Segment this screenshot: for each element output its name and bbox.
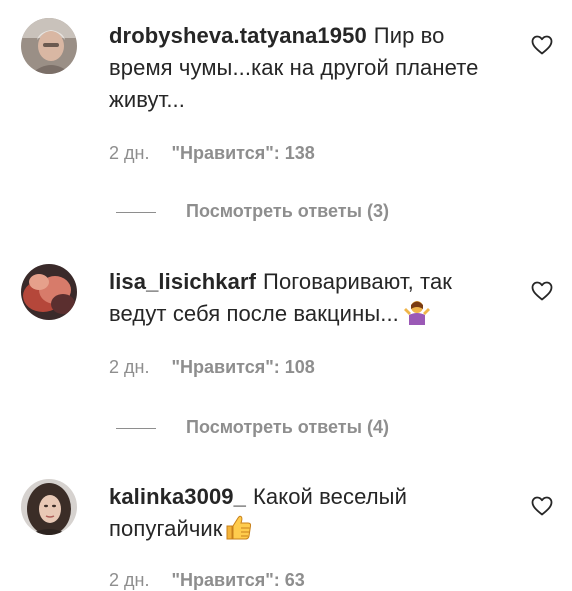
avatar-photo [21, 264, 77, 320]
comment-username[interactable]: drobysheva.tatyana1950 [109, 23, 367, 48]
view-replies-label: Посмотреть ответы (4) [186, 417, 389, 437]
comment-username[interactable]: kalinka3009_ [109, 484, 246, 509]
heart-icon[interactable] [530, 494, 554, 518]
comment-meta: 2 дн. "Нравится": 138 [109, 143, 315, 164]
avatar[interactable] [21, 264, 77, 320]
replies-divider-line [116, 211, 156, 213]
comment-time[interactable]: 2 дн. [109, 570, 149, 590]
comment-likes[interactable]: "Нравится": 63 [171, 570, 304, 590]
avatar-photo [21, 479, 77, 535]
heart-icon[interactable] [530, 279, 554, 303]
thumbs-up-emoji [226, 515, 251, 540]
comment-time[interactable]: 2 дн. [109, 143, 149, 163]
comment-time[interactable]: 2 дн. [109, 357, 149, 377]
person-shrugging-emoji [403, 301, 430, 325]
replies-divider-line [116, 427, 156, 429]
view-replies-button[interactable]: Посмотреть ответы (3) [116, 201, 389, 222]
comment-likes[interactable]: "Нравится": 138 [171, 143, 314, 163]
view-replies-button[interactable]: Посмотреть ответы (4) [116, 417, 389, 438]
comment-text: drobysheva.tatyana1950 Пир во время чумы.… [109, 20, 509, 116]
comment-meta: 2 дн. "Нравится": 63 [109, 570, 305, 591]
comment-text: lisa_lisichkarf Поговаривают, так ведут с… [109, 266, 509, 330]
comment-text: kalinka3009_ Какой веселый попугайчик [109, 481, 509, 545]
comment-meta: 2 дн. "Нравится": 108 [109, 357, 315, 378]
avatar-photo [21, 18, 77, 74]
heart-icon[interactable] [530, 33, 554, 57]
comment-likes[interactable]: "Нравится": 108 [171, 357, 314, 377]
avatar[interactable] [21, 479, 77, 535]
avatar[interactable] [21, 18, 77, 74]
comment-username[interactable]: lisa_lisichkarf [109, 269, 256, 294]
view-replies-label: Посмотреть ответы (3) [186, 201, 389, 221]
